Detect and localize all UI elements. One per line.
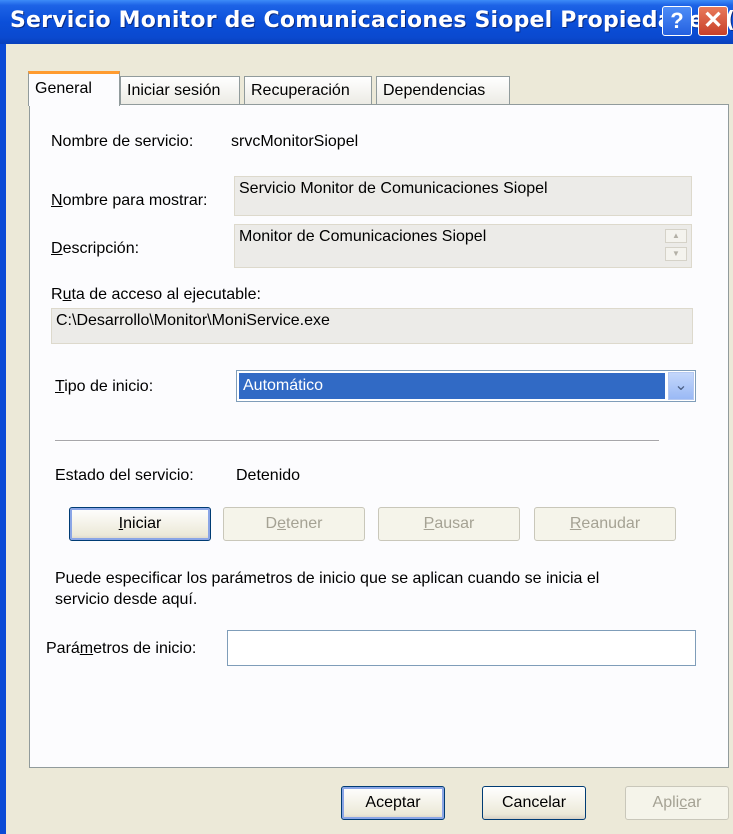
properties-window: Servicio Monitor de Comunicaciones Siope… <box>0 0 733 834</box>
start-params-input[interactable] <box>227 630 696 666</box>
stop-button[interactable]: Detener <box>223 507 365 541</box>
title-bar[interactable]: Servicio Monitor de Comunicaciones Siope… <box>0 0 733 44</box>
startup-type-select[interactable]: Automático ⌄ <box>236 370 696 402</box>
startup-type-value: Automático <box>239 373 665 399</box>
ok-button[interactable]: Aceptar <box>341 786 445 820</box>
pause-button[interactable]: Pausar <box>378 507 520 541</box>
exe-path-field[interactable]: C:\Desarrollo\Monitor\MoniService.exe <box>51 308 693 344</box>
window-title: Servicio Monitor de Comunicaciones Siope… <box>10 8 733 33</box>
help-icon: ? <box>670 8 684 33</box>
service-name-label: Nombre de servicio: <box>51 133 194 150</box>
scroll-up-icon[interactable]: ▲ <box>665 229 687 243</box>
service-name-value: srvcMonitorSiopel <box>231 133 359 150</box>
close-button[interactable]: ✕ <box>698 6 728 36</box>
separator <box>55 440 659 442</box>
hint-text-line-2: servicio desde aquí. <box>55 591 198 608</box>
description-label: Descripción: <box>51 240 140 257</box>
tab-recuperacion[interactable]: Recuperación <box>244 76 372 104</box>
tab-general[interactable]: General <box>28 71 120 106</box>
tab-dependencias[interactable]: Dependencias <box>376 76 510 104</box>
service-status-value: Detenido <box>236 467 301 484</box>
start-params-label: Parámetros de inicio: <box>46 640 197 657</box>
exe-path-label: Ruta de acceso al ejecutable: <box>51 286 261 303</box>
cancel-button[interactable]: Cancelar <box>482 786 586 820</box>
close-icon: ✕ <box>702 7 724 34</box>
display-name-field[interactable]: Servicio Monitor de Comunicaciones Siope… <box>234 176 692 216</box>
start-button[interactable]: Iniciar <box>69 507 211 541</box>
hint-text-line-1: Puede especificar los parámetros de inic… <box>55 570 600 587</box>
resume-button[interactable]: Reanudar <box>534 507 676 541</box>
help-button[interactable]: ? <box>662 6 692 36</box>
display-name-label: Nombre para mostrar: <box>51 192 208 209</box>
apply-button[interactable]: Aplicar <box>625 786 729 820</box>
startup-type-label: Tipo de inicio: <box>55 378 154 395</box>
tab-iniciar-sesion[interactable]: Iniciar sesión <box>120 76 240 104</box>
description-field[interactable]: Monitor de Comunicaciones Siopel ▲ ▼ <box>234 224 692 268</box>
scroll-down-icon[interactable]: ▼ <box>665 247 687 261</box>
service-status-label: Estado del servicio: <box>55 467 194 484</box>
chevron-down-icon[interactable]: ⌄ <box>668 372 694 400</box>
